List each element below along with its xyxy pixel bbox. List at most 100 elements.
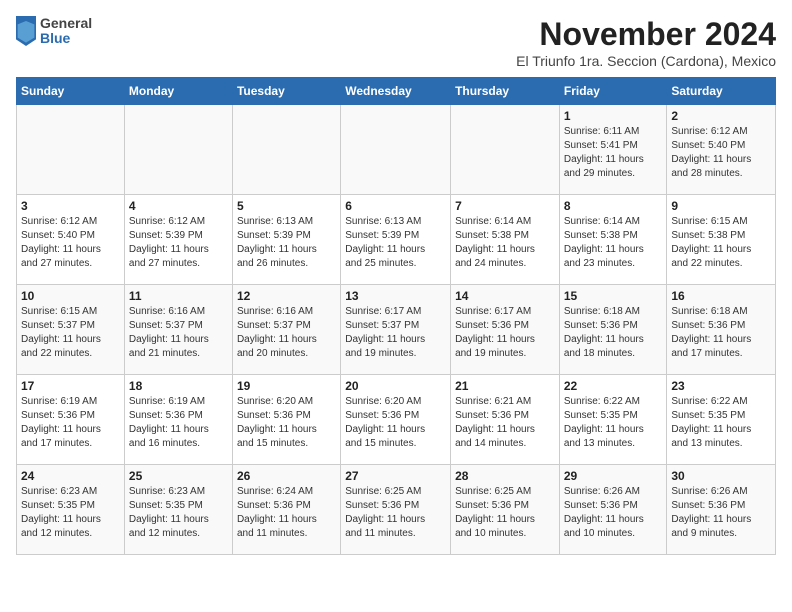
calendar-cell: 8 Sunrise: 6:14 AM Sunset: 5:38 PM Daylig… — [559, 195, 667, 285]
calendar-cell: 22Sunrise: 6:22 AM Sunset: 5:35 PM Dayli… — [559, 375, 667, 465]
day-info: Sunrise: 6:19 AM Sunset: 5:36 PM Dayligh… — [21, 395, 120, 451]
day-info: Sunrise: 6:20 AM Sunset: 5:36 PM Dayligh… — [237, 395, 336, 451]
day-info: Sunrise: 6:19 AM Sunset: 5:36 PM Dayligh… — [129, 395, 228, 451]
calendar-cell: 21 Sunrise: 6:21 AM Sunset: 5:36 PM Dayli… — [451, 375, 560, 465]
day-number: 9 — [671, 199, 771, 213]
calendar-week-4: 17 Sunrise: 6:19 AM Sunset: 5:36 PM Dayli… — [17, 375, 776, 465]
day-info: Sunrise: 6:25 AM Sunset: 5:36 PM Dayligh… — [345, 485, 446, 541]
day-info: Sunrise: 6:12 AM Sunset: 5:39 PM Dayligh… — [129, 215, 228, 271]
day-number: 7 — [455, 199, 555, 213]
day-number: 22 — [564, 379, 663, 393]
day-info: Sunrise: 6:11 AM Sunset: 5:41 PM Dayligh… — [564, 125, 663, 181]
logo: General Blue — [16, 16, 92, 47]
calendar-cell: 17 Sunrise: 6:19 AM Sunset: 5:36 PM Dayli… — [17, 375, 125, 465]
calendar-week-3: 10 Sunrise: 6:15 AM Sunset: 5:37 PM Dayli… — [17, 285, 776, 375]
calendar-cell: 30Sunrise: 6:26 AM Sunset: 5:36 PM Dayli… — [667, 465, 776, 555]
day-number: 10 — [21, 289, 120, 303]
day-info: Sunrise: 6:14 AM Sunset: 5:38 PM Dayligh… — [564, 215, 663, 271]
day-number: 1 — [564, 109, 663, 123]
day-info: Sunrise: 6:22 AM Sunset: 5:35 PM Dayligh… — [671, 395, 771, 451]
location-title: El Triunfo 1ra. Seccion (Cardona), Mexic… — [516, 53, 776, 69]
calendar-cell — [124, 105, 232, 195]
day-info: Sunrise: 6:13 AM Sunset: 5:39 PM Dayligh… — [237, 215, 336, 271]
calendar-cell: 13Sunrise: 6:17 AM Sunset: 5:37 PM Dayli… — [341, 285, 451, 375]
day-number: 14 — [455, 289, 555, 303]
calendar-cell: 4Sunrise: 6:12 AM Sunset: 5:39 PM Daylig… — [124, 195, 232, 285]
calendar-cell — [451, 105, 560, 195]
page-header: General Blue November 2024 El Triunfo 1r… — [16, 16, 776, 69]
calendar-week-1: 1 Sunrise: 6:11 AM Sunset: 5:41 PM Daylig… — [17, 105, 776, 195]
calendar-cell: 24 Sunrise: 6:23 AM Sunset: 5:35 PM Dayli… — [17, 465, 125, 555]
calendar-cell: 3 Sunrise: 6:12 AM Sunset: 5:40 PM Daylig… — [17, 195, 125, 285]
day-number: 18 — [129, 379, 228, 393]
day-info: Sunrise: 6:26 AM Sunset: 5:36 PM Dayligh… — [564, 485, 663, 541]
day-info: Sunrise: 6:17 AM Sunset: 5:36 PM Dayligh… — [455, 305, 555, 361]
day-number: 11 — [129, 289, 228, 303]
day-number: 25 — [129, 469, 228, 483]
day-info: Sunrise: 6:12 AM Sunset: 5:40 PM Dayligh… — [21, 215, 120, 271]
day-number: 8 — [564, 199, 663, 213]
calendar-cell — [17, 105, 125, 195]
day-info: Sunrise: 6:15 AM Sunset: 5:37 PM Dayligh… — [21, 305, 120, 361]
calendar-cell: 16Sunrise: 6:18 AM Sunset: 5:36 PM Dayli… — [667, 285, 776, 375]
day-info: Sunrise: 6:18 AM Sunset: 5:36 PM Dayligh… — [671, 305, 771, 361]
weekday-header-friday: Friday — [559, 78, 667, 105]
day-number: 24 — [21, 469, 120, 483]
calendar-cell: 28Sunrise: 6:25 AM Sunset: 5:36 PM Dayli… — [451, 465, 560, 555]
calendar-week-5: 24 Sunrise: 6:23 AM Sunset: 5:35 PM Dayli… — [17, 465, 776, 555]
day-number: 17 — [21, 379, 120, 393]
day-number: 27 — [345, 469, 446, 483]
day-info: Sunrise: 6:18 AM Sunset: 5:36 PM Dayligh… — [564, 305, 663, 361]
calendar-cell: 9 Sunrise: 6:15 AM Sunset: 5:38 PM Daylig… — [667, 195, 776, 285]
calendar-week-2: 3 Sunrise: 6:12 AM Sunset: 5:40 PM Daylig… — [17, 195, 776, 285]
month-title: November 2024 — [516, 16, 776, 53]
weekday-header-row: SundayMondayTuesdayWednesdayThursdayFrid… — [17, 78, 776, 105]
day-info: Sunrise: 6:23 AM Sunset: 5:35 PM Dayligh… — [129, 485, 228, 541]
calendar-cell: 5 Sunrise: 6:13 AM Sunset: 5:39 PM Daylig… — [232, 195, 340, 285]
day-info: Sunrise: 6:13 AM Sunset: 5:39 PM Dayligh… — [345, 215, 446, 271]
calendar-cell: 20 Sunrise: 6:20 AM Sunset: 5:36 PM Dayli… — [341, 375, 451, 465]
logo-text: General Blue — [40, 16, 92, 47]
calendar-cell: 14 Sunrise: 6:17 AM Sunset: 5:36 PM Dayli… — [451, 285, 560, 375]
day-number: 12 — [237, 289, 336, 303]
logo-general-text: General — [40, 16, 92, 31]
day-info: Sunrise: 6:21 AM Sunset: 5:36 PM Dayligh… — [455, 395, 555, 451]
calendar-cell: 27 Sunrise: 6:25 AM Sunset: 5:36 PM Dayli… — [341, 465, 451, 555]
day-number: 23 — [671, 379, 771, 393]
day-number: 21 — [455, 379, 555, 393]
weekday-header-wednesday: Wednesday — [341, 78, 451, 105]
day-number: 15 — [564, 289, 663, 303]
calendar-cell: 12Sunrise: 6:16 AM Sunset: 5:37 PM Dayli… — [232, 285, 340, 375]
logo-icon — [16, 16, 36, 46]
calendar-cell — [341, 105, 451, 195]
calendar-table: SundayMondayTuesdayWednesdayThursdayFrid… — [16, 77, 776, 555]
day-info: Sunrise: 6:14 AM Sunset: 5:38 PM Dayligh… — [455, 215, 555, 271]
day-info: Sunrise: 6:26 AM Sunset: 5:36 PM Dayligh… — [671, 485, 771, 541]
calendar-cell — [232, 105, 340, 195]
calendar-cell: 19 Sunrise: 6:20 AM Sunset: 5:36 PM Dayli… — [232, 375, 340, 465]
calendar-cell: 23 Sunrise: 6:22 AM Sunset: 5:35 PM Dayli… — [667, 375, 776, 465]
day-info: Sunrise: 6:17 AM Sunset: 5:37 PM Dayligh… — [345, 305, 446, 361]
day-info: Sunrise: 6:24 AM Sunset: 5:36 PM Dayligh… — [237, 485, 336, 541]
day-info: Sunrise: 6:15 AM Sunset: 5:38 PM Dayligh… — [671, 215, 771, 271]
day-number: 19 — [237, 379, 336, 393]
day-number: 3 — [21, 199, 120, 213]
calendar-cell: 1 Sunrise: 6:11 AM Sunset: 5:41 PM Daylig… — [559, 105, 667, 195]
day-info: Sunrise: 6:16 AM Sunset: 5:37 PM Dayligh… — [129, 305, 228, 361]
day-number: 20 — [345, 379, 446, 393]
day-number: 26 — [237, 469, 336, 483]
calendar-cell: 26 Sunrise: 6:24 AM Sunset: 5:36 PM Dayli… — [232, 465, 340, 555]
calendar-cell: 25 Sunrise: 6:23 AM Sunset: 5:35 PM Dayli… — [124, 465, 232, 555]
calendar-cell: 2Sunrise: 6:12 AM Sunset: 5:40 PM Daylig… — [667, 105, 776, 195]
calendar-cell: 6Sunrise: 6:13 AM Sunset: 5:39 PM Daylig… — [341, 195, 451, 285]
day-number: 5 — [237, 199, 336, 213]
calendar-cell: 7 Sunrise: 6:14 AM Sunset: 5:38 PM Daylig… — [451, 195, 560, 285]
calendar-cell: 11 Sunrise: 6:16 AM Sunset: 5:37 PM Dayli… — [124, 285, 232, 375]
weekday-header-tuesday: Tuesday — [232, 78, 340, 105]
day-info: Sunrise: 6:25 AM Sunset: 5:36 PM Dayligh… — [455, 485, 555, 541]
calendar-cell: 18 Sunrise: 6:19 AM Sunset: 5:36 PM Dayli… — [124, 375, 232, 465]
calendar-cell: 10 Sunrise: 6:15 AM Sunset: 5:37 PM Dayli… — [17, 285, 125, 375]
calendar-cell: 15 Sunrise: 6:18 AM Sunset: 5:36 PM Dayli… — [559, 285, 667, 375]
day-info: Sunrise: 6:20 AM Sunset: 5:36 PM Dayligh… — [345, 395, 446, 451]
day-info: Sunrise: 6:23 AM Sunset: 5:35 PM Dayligh… — [21, 485, 120, 541]
